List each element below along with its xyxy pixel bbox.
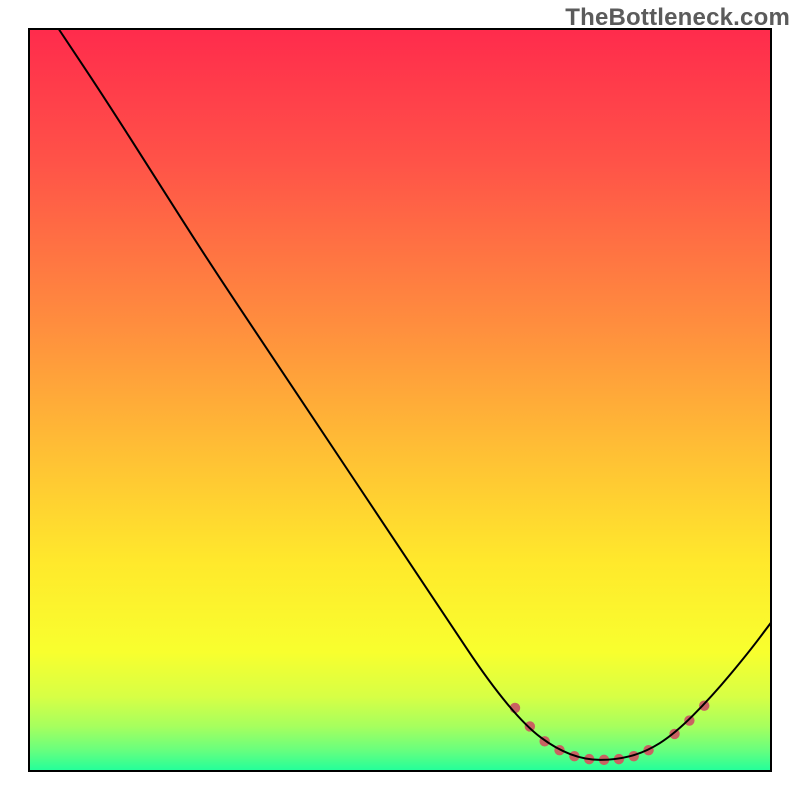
plot-background <box>29 29 771 771</box>
chart-svg <box>0 0 800 800</box>
chart-container: TheBottleneck.com <box>0 0 800 800</box>
watermark-text: TheBottleneck.com <box>565 4 790 32</box>
highlight-dot <box>525 721 535 731</box>
highlight-dot <box>684 715 694 725</box>
highlight-dot <box>699 701 709 711</box>
